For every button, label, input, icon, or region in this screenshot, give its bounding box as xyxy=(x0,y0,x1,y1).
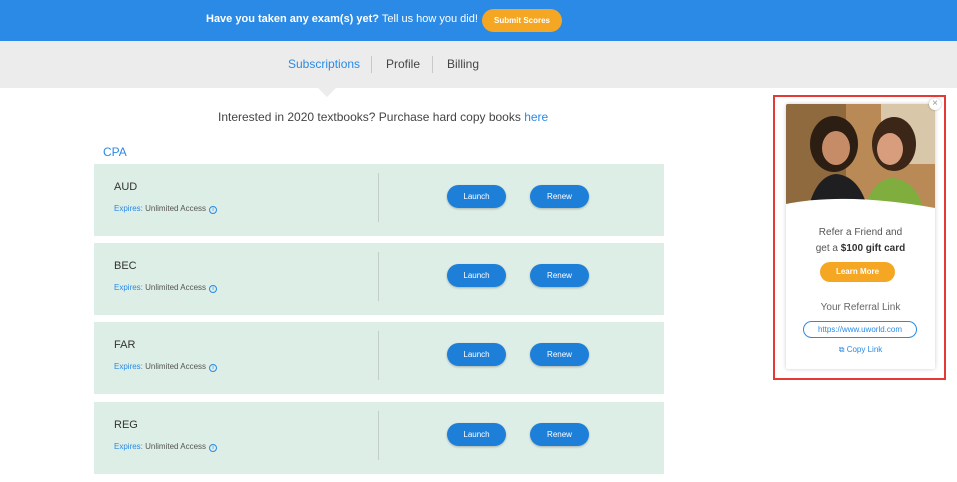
launch-button[interactable]: Launch xyxy=(447,185,506,208)
expires-value: Unlimited Access xyxy=(145,283,207,292)
info-icon[interactable]: i xyxy=(209,444,218,452)
expires-label: Expires: xyxy=(114,204,143,213)
card-divider xyxy=(378,173,379,222)
renew-button[interactable]: Renew xyxy=(530,264,589,287)
expires-label: Expires: xyxy=(114,362,143,371)
launch-button[interactable]: Launch xyxy=(447,343,506,366)
banner-question: Have you taken any exam(s) yet? xyxy=(206,13,380,25)
expires-value: Unlimited Access xyxy=(145,362,207,371)
textbook-link[interactable]: here xyxy=(524,110,548,124)
course-card: AUD Expires: Unlimited Access i Launch Re… xyxy=(94,164,664,236)
course-card: REG Expires: Unlimited Access i Launch Re… xyxy=(94,402,664,474)
expires-label: Expires: xyxy=(114,283,143,292)
launch-button[interactable]: Launch xyxy=(447,264,506,287)
referral-link-label: Your Referral Link xyxy=(820,302,901,313)
referral-offer: get a $100 gift card xyxy=(786,243,935,254)
course-expiry: Expires: Unlimited Access i xyxy=(114,283,218,293)
close-icon[interactable]: × xyxy=(929,98,941,110)
tab-profile[interactable]: Profile xyxy=(386,57,420,71)
textbook-notice: Interested in 2020 textbooks? Purchase h… xyxy=(218,110,548,124)
course-name: BEC xyxy=(114,260,137,272)
tab-divider xyxy=(432,56,433,73)
renew-button[interactable]: Renew xyxy=(530,185,589,208)
referral-photo xyxy=(786,104,935,218)
info-icon[interactable]: i xyxy=(209,285,218,293)
submit-scores-button[interactable]: Submit Scores xyxy=(482,9,562,32)
top-banner xyxy=(0,0,957,41)
referral-headline: Refer a Friend and xyxy=(818,227,903,238)
course-card: BEC Expires: Unlimited Access i Launch Re… xyxy=(94,243,664,315)
course-name: AUD xyxy=(114,181,138,193)
referral-offer-prefix: get a xyxy=(815,243,841,254)
course-expiry: Expires: Unlimited Access i xyxy=(114,442,218,452)
copy-link-label: Copy Link xyxy=(846,345,883,354)
card-divider xyxy=(378,331,379,380)
learn-more-button[interactable]: Learn More xyxy=(820,262,895,282)
renew-button[interactable]: Renew xyxy=(530,423,589,446)
card-divider xyxy=(378,411,379,460)
course-expiry: Expires: Unlimited Access i xyxy=(114,204,218,214)
card-divider xyxy=(378,252,379,301)
expires-value: Unlimited Access xyxy=(145,204,207,213)
textbook-notice-text: Interested in 2020 textbooks? Purchase h… xyxy=(218,110,525,124)
active-tab-indicator xyxy=(318,88,336,97)
referral-link-field[interactable]: https://www.uworld.com xyxy=(803,321,917,338)
info-icon[interactable]: i xyxy=(209,364,218,372)
course-expiry: Expires: Unlimited Access i xyxy=(114,362,218,372)
tab-billing[interactable]: Billing xyxy=(447,57,479,71)
tab-divider xyxy=(371,56,372,73)
tab-subscriptions[interactable]: Subscriptions xyxy=(288,57,360,71)
copy-icon: ⧉ xyxy=(838,345,845,354)
course-name: REG xyxy=(114,419,138,431)
banner-text: Have you taken any exam(s) yet? Tell us … xyxy=(206,13,478,25)
banner-prompt: Tell us how you did! xyxy=(381,13,478,25)
referral-ad: Refer a Friend and get a $100 gift card … xyxy=(786,104,935,369)
expires-value: Unlimited Access xyxy=(145,442,207,451)
info-icon[interactable]: i xyxy=(209,206,218,214)
section-title: CPA xyxy=(103,145,127,159)
course-name: FAR xyxy=(114,339,136,351)
renew-button[interactable]: Renew xyxy=(530,343,589,366)
expires-label: Expires: xyxy=(114,442,143,451)
referral-offer-amount: $100 gift card xyxy=(840,243,906,254)
launch-button[interactable]: Launch xyxy=(447,423,506,446)
course-card: FAR Expires: Unlimited Access i Launch Re… xyxy=(94,322,664,394)
copy-link-button[interactable]: ⧉ Copy Link xyxy=(786,345,935,355)
